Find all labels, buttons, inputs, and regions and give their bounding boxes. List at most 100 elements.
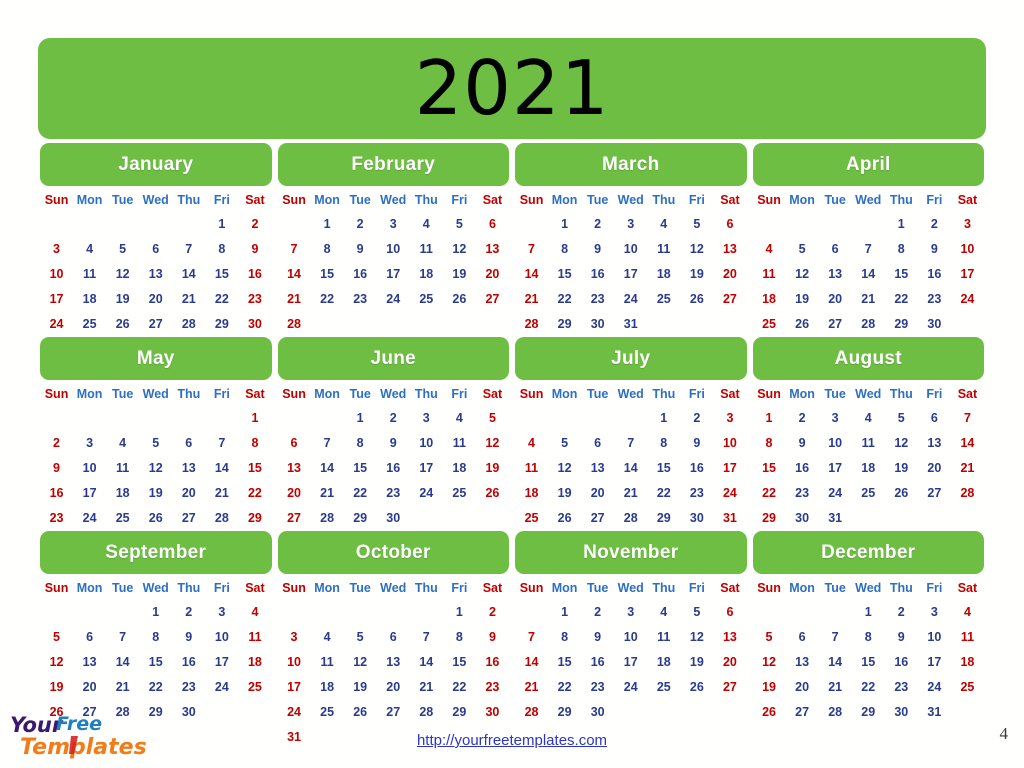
day-cell[interactable]: 16 [680,455,713,480]
day-cell[interactable]: 7 [515,624,548,649]
day-cell[interactable]: 4 [647,211,680,236]
day-cell[interactable]: 4 [410,211,443,236]
day-cell[interactable]: 10 [410,430,443,455]
day-cell[interactable]: 7 [614,430,647,455]
day-cell[interactable]: 7 [278,236,311,261]
day-cell[interactable]: 23 [680,480,713,505]
day-cell[interactable]: 5 [476,405,509,430]
day-cell[interactable]: 15 [852,649,885,674]
day-cell[interactable]: 18 [753,286,786,311]
day-cell[interactable]: 6 [581,430,614,455]
day-cell[interactable]: 19 [753,674,786,699]
day-cell[interactable]: 30 [786,505,819,530]
day-cell[interactable]: 27 [713,674,746,699]
day-cell[interactable]: 2 [238,211,271,236]
day-cell[interactable]: 22 [311,286,344,311]
day-cell[interactable]: 13 [172,455,205,480]
day-cell[interactable]: 18 [238,649,271,674]
day-cell[interactable]: 2 [918,211,951,236]
day-cell[interactable]: 12 [680,236,713,261]
day-cell[interactable]: 26 [885,480,918,505]
day-cell[interactable]: 13 [581,455,614,480]
day-cell[interactable]: 30 [918,311,951,336]
day-cell[interactable]: 27 [819,311,852,336]
day-cell[interactable]: 18 [515,480,548,505]
day-cell[interactable]: 13 [476,236,509,261]
day-cell[interactable]: 17 [713,455,746,480]
day-cell[interactable]: 30 [581,311,614,336]
day-cell[interactable]: 7 [852,236,885,261]
day-cell[interactable]: 15 [205,261,238,286]
day-cell[interactable]: 17 [377,261,410,286]
day-cell[interactable]: 16 [918,261,951,286]
day-cell[interactable]: 11 [515,455,548,480]
day-cell[interactable]: 15 [238,455,271,480]
day-cell[interactable]: 12 [680,624,713,649]
day-cell[interactable]: 7 [951,405,984,430]
day-cell[interactable]: 14 [852,261,885,286]
day-cell[interactable]: 12 [106,261,139,286]
day-cell[interactable]: 21 [311,480,344,505]
day-cell[interactable]: 10 [713,430,746,455]
day-cell[interactable]: 14 [205,455,238,480]
day-cell[interactable]: 18 [951,649,984,674]
day-cell[interactable]: 16 [238,261,271,286]
day-cell[interactable]: 11 [951,624,984,649]
day-cell[interactable]: 24 [614,674,647,699]
day-cell[interactable]: 17 [819,455,852,480]
day-cell[interactable]: 7 [819,624,852,649]
day-cell[interactable]: 6 [713,211,746,236]
day-cell[interactable]: 24 [614,286,647,311]
day-cell[interactable]: 19 [106,286,139,311]
day-cell[interactable]: 3 [614,211,647,236]
day-cell[interactable]: 14 [614,455,647,480]
day-cell[interactable]: 16 [581,261,614,286]
day-cell[interactable]: 11 [753,261,786,286]
day-cell[interactable]: 17 [614,649,647,674]
day-cell[interactable]: 8 [753,430,786,455]
day-cell[interactable]: 8 [205,236,238,261]
day-cell[interactable]: 1 [548,599,581,624]
day-cell[interactable]: 8 [443,624,476,649]
day-cell[interactable]: 15 [647,455,680,480]
day-cell[interactable]: 3 [918,599,951,624]
day-cell[interactable]: 26 [680,286,713,311]
day-cell[interactable]: 15 [548,649,581,674]
day-cell[interactable]: 4 [515,430,548,455]
day-cell[interactable]: 23 [238,286,271,311]
day-cell[interactable]: 6 [786,624,819,649]
day-cell[interactable]: 22 [647,480,680,505]
day-cell[interactable]: 5 [443,211,476,236]
day-cell[interactable]: 9 [377,430,410,455]
day-cell[interactable]: 23 [918,286,951,311]
day-cell[interactable]: 19 [786,286,819,311]
day-cell[interactable]: 13 [713,624,746,649]
day-cell[interactable]: 11 [311,649,344,674]
day-cell[interactable]: 14 [278,261,311,286]
day-cell[interactable]: 17 [410,455,443,480]
day-cell[interactable]: 1 [548,211,581,236]
day-cell[interactable]: 17 [614,261,647,286]
day-cell[interactable]: 4 [852,405,885,430]
day-cell[interactable]: 23 [581,674,614,699]
day-cell[interactable]: 12 [786,261,819,286]
day-cell[interactable]: 27 [476,286,509,311]
day-cell[interactable]: 8 [139,624,172,649]
day-cell[interactable]: 3 [73,430,106,455]
day-cell[interactable]: 18 [647,261,680,286]
day-cell[interactable]: 20 [581,480,614,505]
day-cell[interactable]: 12 [476,430,509,455]
day-cell[interactable]: 25 [238,674,271,699]
day-cell[interactable]: 28 [515,311,548,336]
day-cell[interactable]: 25 [515,505,548,530]
day-cell[interactable]: 10 [951,236,984,261]
day-cell[interactable]: 23 [377,480,410,505]
day-cell[interactable]: 21 [852,286,885,311]
day-cell[interactable]: 10 [205,624,238,649]
day-cell[interactable]: 13 [73,649,106,674]
day-cell[interactable]: 20 [819,286,852,311]
day-cell[interactable]: 6 [476,211,509,236]
day-cell[interactable]: 16 [172,649,205,674]
day-cell[interactable]: 5 [139,430,172,455]
day-cell[interactable]: 1 [205,211,238,236]
